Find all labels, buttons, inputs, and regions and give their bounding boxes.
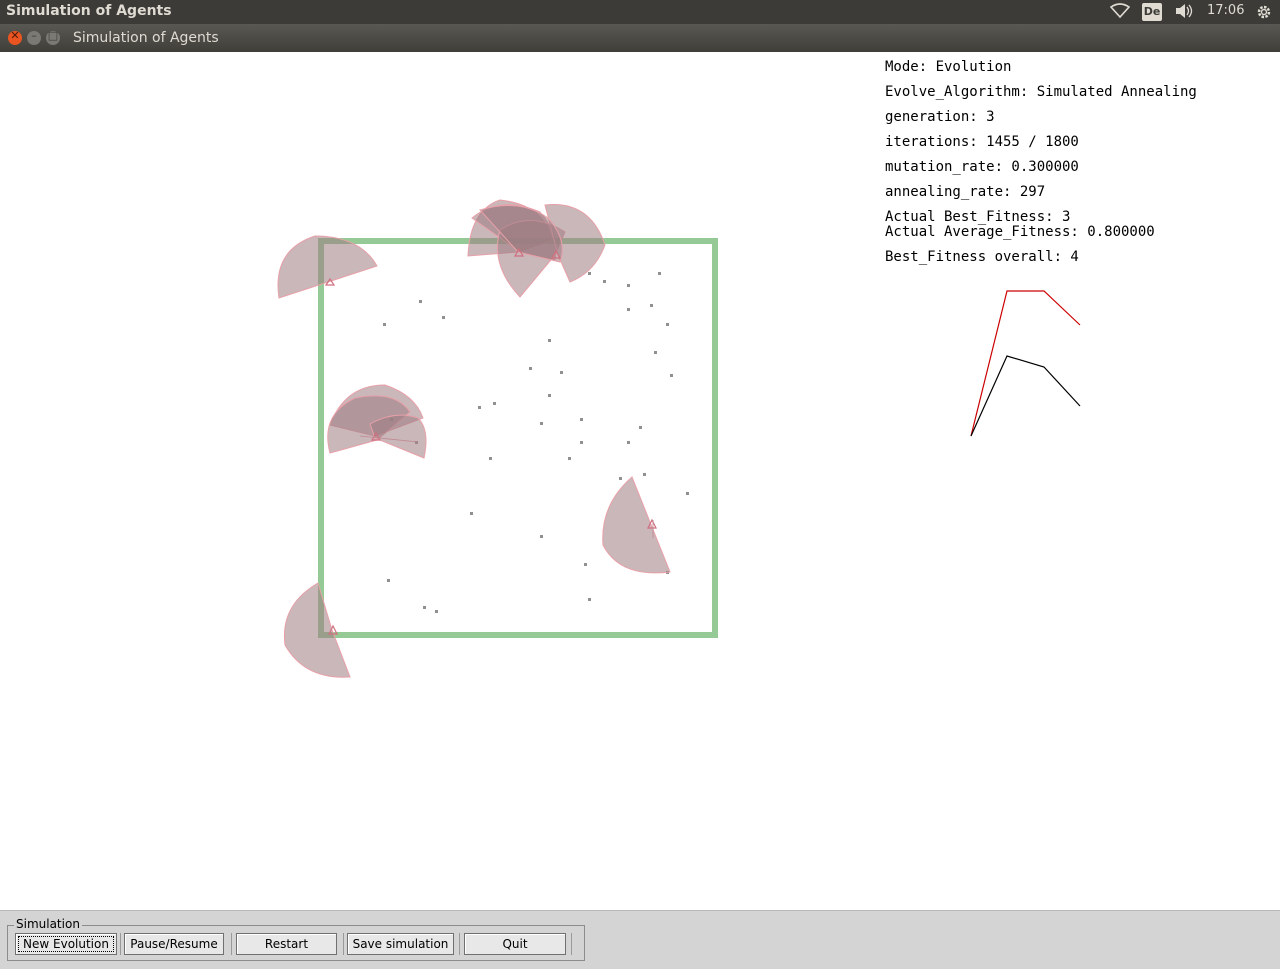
separator <box>571 933 572 955</box>
wifi-icon[interactable] <box>1109 3 1131 23</box>
app-menu-title[interactable]: Simulation of Agents <box>6 3 172 19</box>
separator <box>120 933 121 955</box>
desktop-top-bar: Simulation of Agents De 17:06 <box>0 0 1280 24</box>
restart-button[interactable]: Restart <box>236 933 337 955</box>
best-fitness-overall-label: Best_Fitness overall: 4 <box>885 249 1079 265</box>
maximize-icon: □ <box>47 29 59 42</box>
minimize-icon: – <box>31 29 37 42</box>
save-simulation-button[interactable]: Save simulation <box>347 933 454 955</box>
actual-best-fitness-label: Actual Best_Fitness: 3 <box>885 209 1071 225</box>
close-window-button[interactable]: ✕ <box>8 29 22 45</box>
iterations-label: iterations: 1455 / 1800 <box>885 134 1079 150</box>
control-panel: Simulation New Evolution Pause/Resume Re… <box>0 910 1280 969</box>
mode-label: Mode: Evolution <box>885 59 1012 75</box>
simulation-canvas[interactable]: Mode: Evolution Evolve_Algorithm: Simula… <box>0 52 1280 910</box>
window-title: Simulation of Agents <box>73 30 219 46</box>
best-fitness-line <box>970 290 1081 437</box>
agents <box>277 199 671 678</box>
mutation-rate-label: mutation_rate: 0.300000 <box>885 159 1079 175</box>
separator <box>231 933 232 955</box>
volume-icon[interactable] <box>1174 3 1194 23</box>
quit-button[interactable]: Quit <box>464 933 566 955</box>
new-evolution-button[interactable]: New Evolution <box>15 933 117 955</box>
pause-resume-button[interactable]: Pause/Resume <box>124 933 224 955</box>
actual-average-fitness-label: Actual Average_Fitness: 0.800000 <box>885 224 1155 240</box>
window-title-bar: ✕ – □ Simulation of Agents <box>0 24 1280 52</box>
close-icon: ✕ <box>10 29 20 42</box>
clock[interactable]: 17:06 <box>1207 3 1244 18</box>
maximize-window-button[interactable]: □ <box>46 29 60 45</box>
simulation-group-label: Simulation <box>14 917 82 931</box>
algorithm-label: Evolve_Algorithm: Simulated Annealing <box>885 84 1197 100</box>
settings-gear-icon[interactable] <box>1255 3 1273 25</box>
separator <box>343 933 344 955</box>
keyboard-layout-indicator[interactable]: De <box>1142 3 1162 21</box>
separator <box>459 933 460 955</box>
fitness-chart <box>970 290 1081 437</box>
generation-label: generation: 3 <box>885 109 995 125</box>
annealing-rate-label: annealing_rate: 297 <box>885 184 1046 200</box>
agent-markers <box>324 247 657 635</box>
minimize-window-button[interactable]: – <box>27 29 41 45</box>
